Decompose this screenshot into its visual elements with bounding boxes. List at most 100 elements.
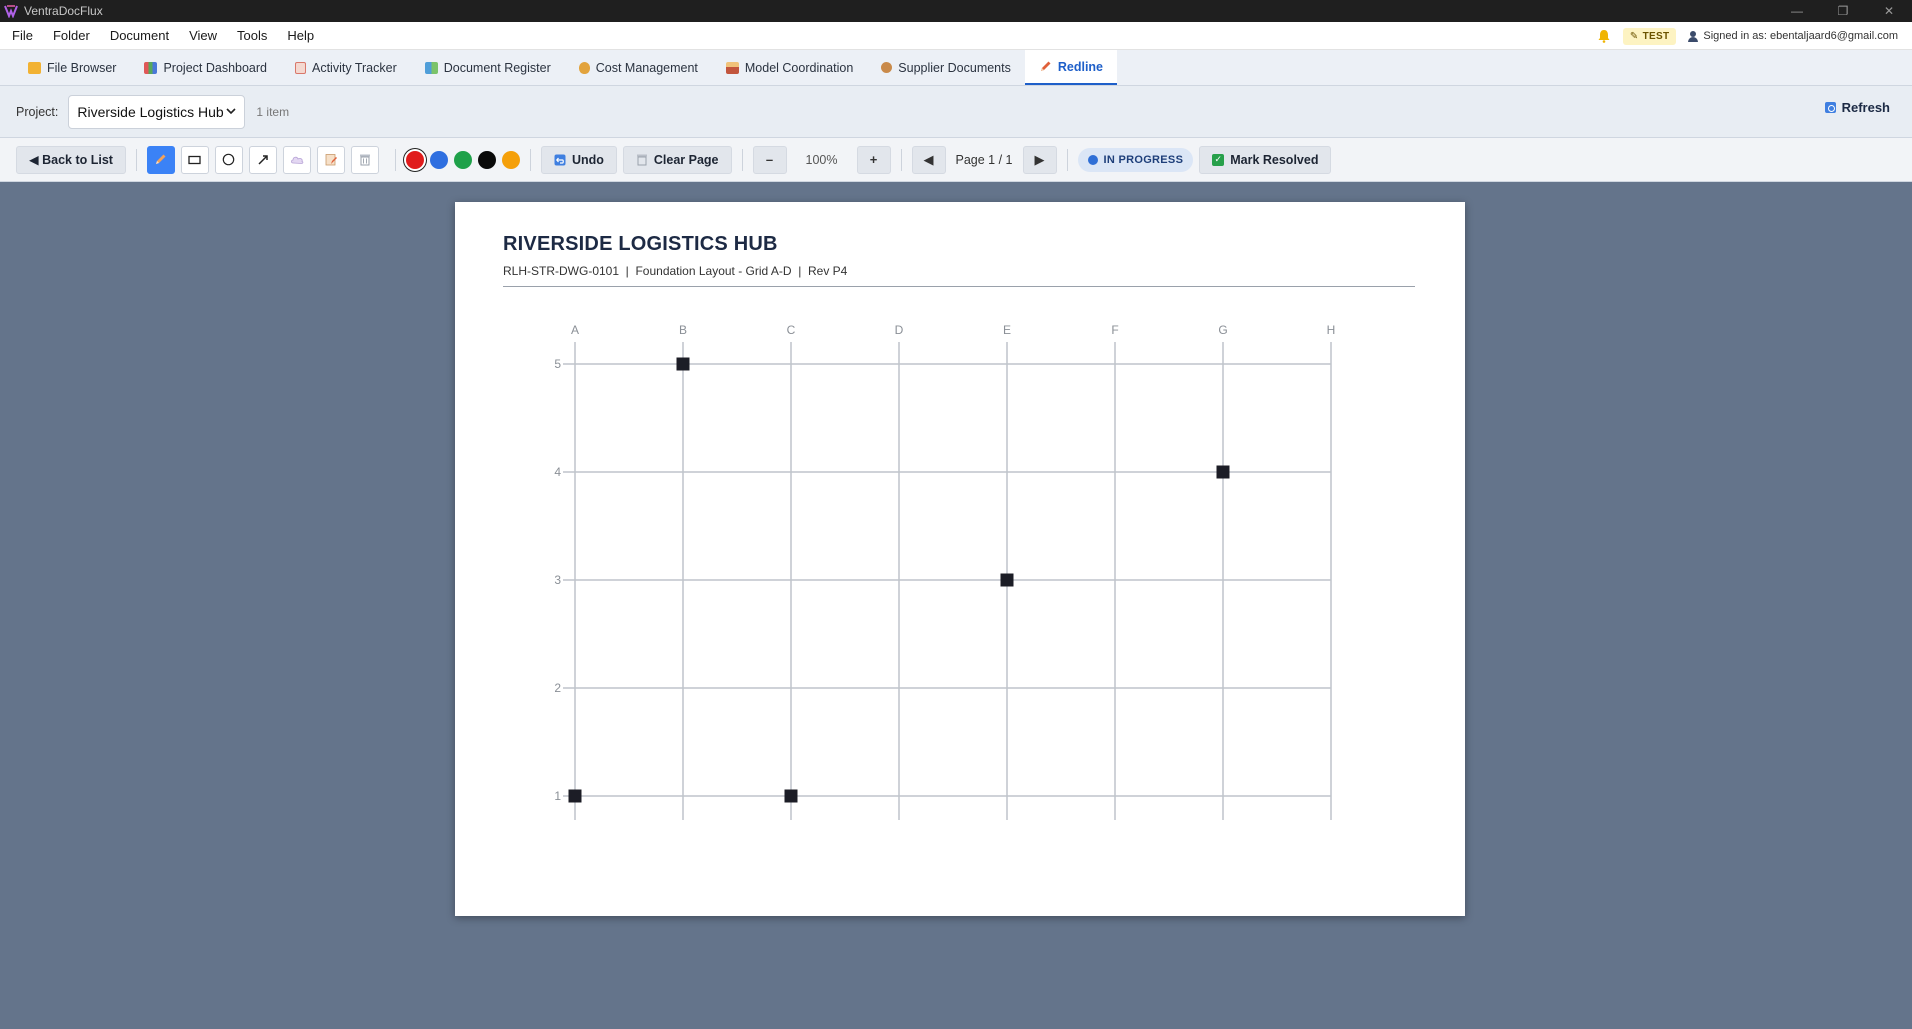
tab-label: Cost Management — [595, 60, 698, 75]
tab-model-coordination[interactable]: Model Coordination — [712, 50, 867, 85]
notification-bell-icon[interactable] — [1597, 29, 1611, 43]
tab-label: Model Coordination — [744, 60, 854, 75]
color-swatch-orange[interactable] — [501, 150, 520, 169]
color-swatch-blue[interactable] — [429, 150, 448, 169]
package-icon — [881, 62, 893, 73]
tab-cost-management[interactable]: Cost Management — [565, 50, 712, 85]
project-select[interactable]: Riverside Logistics Hub — [68, 94, 246, 129]
menu-bar: File Folder Document View Tools Help ✎ T… — [0, 22, 1912, 50]
tab-supplier-documents[interactable]: Supplier Documents — [867, 50, 1025, 85]
menu-tools[interactable]: Tools — [227, 28, 277, 43]
arrow-tool-button[interactable] — [248, 145, 277, 174]
item-count: 1 item — [256, 104, 290, 119]
text-note-tool-button[interactable] — [316, 145, 345, 174]
next-page-button[interactable]: ▶ — [1022, 145, 1057, 174]
undo-icon — [554, 154, 566, 166]
tab-redline[interactable]: Redline — [1024, 50, 1118, 85]
structural-grid[interactable]: A B C D E F G H 5 4 3 2 1 — [455, 202, 1465, 916]
tab-activity-tracker[interactable]: Activity Tracker — [281, 50, 411, 85]
zoom-in-button[interactable]: + — [856, 145, 891, 174]
signed-in-label: Signed in as: ebentaljaard6@gmail.com — [1703, 30, 1898, 42]
pencil-icon — [154, 153, 167, 166]
zoom-level: 100% — [805, 152, 838, 167]
tab-label: Document Register — [443, 60, 551, 75]
money-bag-icon — [578, 61, 590, 74]
drawing-canvas[interactable]: RIVERSIDE LOGISTICS HUB RLH-STR-DWG-0101… — [0, 182, 1912, 1029]
menu-file[interactable]: File — [0, 28, 43, 43]
column-marker-b5[interactable] — [676, 357, 690, 371]
column-marker-e3[interactable] — [1000, 573, 1014, 587]
circle-tool-button[interactable] — [214, 145, 243, 174]
toolbar-divider — [529, 148, 531, 171]
text-note-icon — [325, 153, 337, 166]
refresh-button[interactable]: Refresh — [1824, 100, 1890, 115]
mark-resolved-button[interactable]: ✓ Mark Resolved — [1199, 145, 1332, 174]
project-selected-value: Riverside Logistics Hub — [77, 103, 224, 120]
menu-view[interactable]: View — [179, 28, 227, 43]
trash-icon — [359, 153, 371, 166]
grid-row-label: 1 — [554, 789, 561, 803]
tab-document-register[interactable]: Document Register — [411, 50, 565, 85]
grid-column-label: H — [1327, 323, 1336, 337]
app-logo-icon — [2, 2, 20, 20]
minimize-button[interactable]: — — [1774, 0, 1820, 22]
color-swatch-red[interactable] — [405, 150, 424, 169]
environment-label: TEST — [1642, 30, 1670, 42]
close-button[interactable]: ✕ — [1866, 0, 1912, 22]
back-to-list-button[interactable]: ◀ Back to List — [16, 145, 126, 174]
chevron-down-icon — [226, 108, 236, 115]
column-marker-a1[interactable] — [568, 789, 582, 803]
pen-tool-button[interactable] — [146, 145, 175, 174]
grid-row-label: 4 — [554, 465, 561, 479]
status-dot-icon — [1087, 154, 1098, 165]
menu-folder[interactable]: Folder — [43, 28, 100, 43]
building-icon — [725, 61, 739, 74]
mark-resolved-label: Mark Resolved — [1230, 152, 1319, 167]
tab-project-dashboard[interactable]: Project Dashboard — [130, 50, 281, 85]
color-swatch-green[interactable] — [453, 150, 472, 169]
status-badge: IN PROGRESS — [1077, 147, 1194, 172]
grid-row-label: 3 — [554, 573, 561, 587]
chart-icon — [144, 61, 158, 74]
refresh-label: Refresh — [1841, 100, 1890, 115]
column-marker-g4[interactable] — [1216, 465, 1230, 479]
page-indicator: Page 1 / 1 — [955, 152, 1013, 167]
color-swatch-black[interactable] — [477, 150, 496, 169]
grid-column-label: A — [571, 323, 579, 337]
grid-column-label: D — [895, 323, 904, 337]
cloud-tool-button[interactable] — [282, 145, 311, 174]
zoom-out-button[interactable]: – — [752, 145, 787, 174]
delete-tool-button[interactable] — [350, 145, 379, 174]
undo-label: Undo — [571, 152, 604, 167]
circle-icon — [222, 153, 235, 166]
refresh-icon — [1824, 102, 1836, 113]
drawing-sheet[interactable]: RIVERSIDE LOGISTICS HUB RLH-STR-DWG-0101… — [455, 202, 1465, 916]
user-icon — [1688, 30, 1699, 42]
grid-column-label: G — [1218, 323, 1227, 337]
arrow-icon — [257, 154, 269, 166]
status-label: IN PROGRESS — [1103, 153, 1184, 166]
rectangle-tool-button[interactable] — [180, 145, 209, 174]
toolbar-divider — [900, 148, 902, 171]
tab-label: Project Dashboard — [163, 60, 267, 75]
menu-help[interactable]: Help — [277, 28, 324, 43]
grid-row-label: 2 — [554, 681, 561, 695]
clear-page-button[interactable]: Clear Page — [622, 145, 732, 174]
signed-in-user: Signed in as: ebentaljaard6@gmail.com — [1688, 30, 1898, 42]
clear-page-label: Clear Page — [653, 152, 719, 167]
grid-column-label: E — [1003, 323, 1011, 337]
grid-column-label: F — [1111, 323, 1118, 337]
undo-button[interactable]: Undo — [540, 145, 617, 174]
pencil-icon: ✎ — [1629, 30, 1639, 42]
previous-page-button[interactable]: ◀ — [911, 145, 946, 174]
toolbar-divider — [135, 148, 137, 171]
menu-document[interactable]: Document — [100, 28, 179, 43]
grid-column-label: C — [787, 323, 796, 337]
restore-button[interactable]: ❐ — [1820, 0, 1866, 22]
tab-file-browser[interactable]: File Browser — [14, 50, 130, 85]
tab-label: Activity Tracker — [312, 60, 397, 75]
grid-row-label: 5 — [554, 357, 561, 371]
column-marker-c1[interactable] — [784, 789, 798, 803]
project-bar: Project: Riverside Logistics Hub 1 item … — [0, 86, 1912, 138]
toolbar-divider — [741, 148, 743, 171]
